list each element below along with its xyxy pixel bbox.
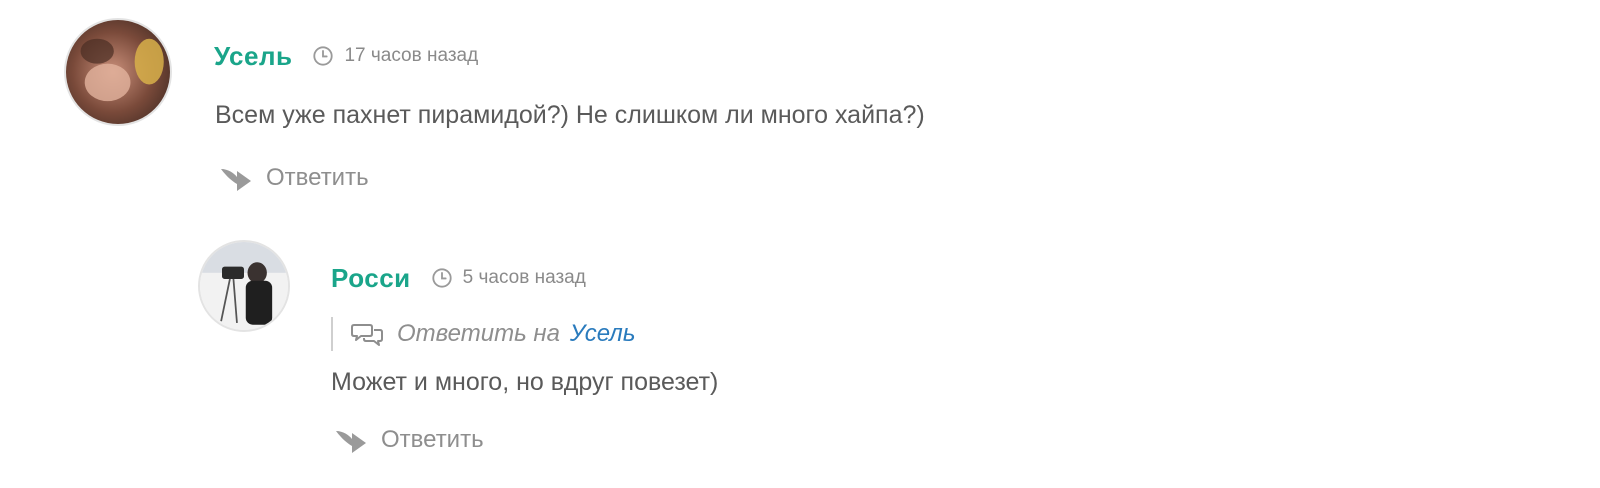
reply-to-quote: Ответить на Усель — [331, 317, 635, 351]
comment-text: Может и много, но вдруг повезет) — [331, 368, 719, 396]
author-name[interactable]: Усель — [214, 41, 292, 72]
reply-to-label: Ответить на — [397, 320, 560, 347]
reply-arrow-icon — [218, 163, 254, 193]
comment-text: Всем уже пахнет пирамидой?) Не слишком л… — [215, 101, 925, 129]
comment-time: 17 часов назад — [344, 45, 479, 66]
reply-arrow-icon — [333, 425, 369, 455]
reply-label: Ответить — [266, 164, 369, 191]
clock-icon — [431, 267, 453, 289]
avatar[interactable] — [64, 18, 172, 126]
author-name[interactable]: Росси — [331, 263, 411, 294]
comment-meta: Росси 5 часов назад — [331, 260, 586, 296]
comment: Росси 5 часов назад Ответить на Усель Мо… — [0, 220, 1600, 488]
avatar-photo-icon — [200, 242, 288, 330]
reply-to-author-link[interactable]: Усель — [570, 320, 636, 348]
reply-button[interactable]: Ответить — [218, 161, 369, 195]
avatar-photo-icon — [66, 20, 170, 124]
avatar[interactable] — [198, 240, 290, 332]
comment-time: 5 часов назад — [462, 267, 586, 288]
comment-meta: Усель 17 часов назад — [214, 38, 478, 74]
speech-bubbles-icon — [351, 321, 383, 347]
reply-label: Ответить — [381, 426, 484, 453]
comment: Усель 17 часов назад Всем уже пахнет пир… — [0, 0, 1600, 220]
reply-button[interactable]: Ответить — [333, 423, 484, 457]
clock-icon — [312, 45, 334, 67]
